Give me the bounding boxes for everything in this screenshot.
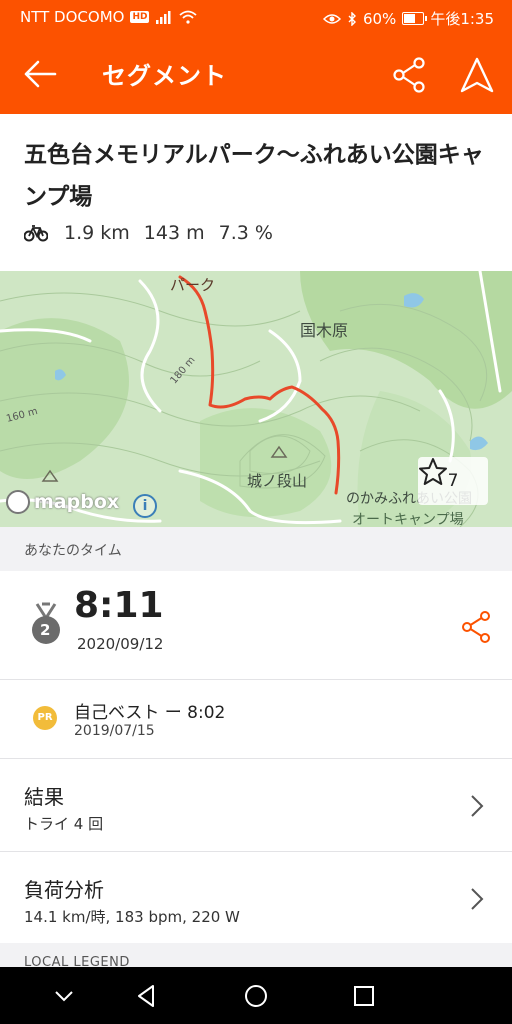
navigate-icon[interactable] [458, 56, 496, 94]
segment-time: 8:11 [74, 585, 164, 626]
clock: 午後1:35 [430, 10, 494, 28]
back-arrow-icon[interactable] [22, 58, 58, 90]
star-button[interactable]: 7 [418, 457, 488, 505]
battery-percent: 60% [362, 9, 397, 28]
segment-map[interactable]: パーク 国木原 城ノ段山 のかみふれあい公園 オートキャンプ場 180 m 16… [0, 271, 512, 527]
rank-number: 2 [40, 621, 51, 639]
chevron-right-icon [471, 795, 484, 817]
results-subtitle: トライ 4 回 [24, 815, 104, 833]
segment-time-date: 2020/09/12 [77, 635, 164, 653]
map-label-kunikibara: 国木原 [300, 321, 349, 340]
app-bar: セグメント [0, 34, 512, 114]
chevron-right-icon [471, 888, 484, 910]
local-legend-header: LOCAL LEGEND [0, 943, 512, 970]
map-label-joshi: 城ノ段山 [247, 472, 308, 490]
pr-date: 2019/07/15 [74, 723, 155, 739]
map-label-camp-line2: オートキャンプ場 [352, 512, 464, 527]
star-count: 7 [447, 471, 459, 491]
status-bar: NTT DOCOMO HD 60% 午後1:35 [0, 0, 512, 34]
analysis-subtitle: 14.1 km/時, 183 bpm, 220 W [24, 908, 240, 926]
map-label-park: パーク [170, 276, 216, 294]
hd-badge: HD [130, 11, 150, 23]
mapbox-wordmark: mapbox [34, 491, 120, 513]
pr-badge-icon: PR [33, 706, 57, 730]
chevron-down-icon[interactable] [50, 982, 78, 1010]
bike-icon [24, 225, 48, 242]
signal-icon [156, 11, 171, 24]
bluetooth-icon [348, 11, 356, 26]
personal-record-row: PR 自己ベスト ー 8:02 2019/07/15 [0, 680, 512, 758]
share-icon[interactable] [390, 56, 428, 94]
your-time-header-label: あなたのタイム [24, 543, 122, 559]
recents-square-icon[interactable] [350, 982, 378, 1010]
share-effort-icon[interactable] [458, 609, 494, 645]
back-triangle-icon[interactable] [133, 982, 161, 1010]
segment-distance: 1.9 km [64, 222, 130, 244]
mapbox-logo[interactable]: mapbox [6, 490, 119, 514]
star-icon [419, 458, 447, 485]
results-row[interactable]: 結果 トライ 4 回 [0, 759, 512, 851]
wifi-icon [179, 10, 198, 24]
segment-grade: 7.3 % [218, 222, 273, 244]
mapbox-mark-icon [6, 490, 30, 514]
analysis-title: 負荷分析 [24, 878, 104, 902]
pr-label: 自己ベスト ー 8:02 [74, 703, 226, 723]
segment-stats: 1.9 km 143 m 7.3 % [24, 222, 273, 244]
segment-title: 五色台メモリアルパーク〜ふれあい公園キャンプ場 [24, 142, 484, 210]
results-title: 結果 [24, 785, 64, 809]
home-circle-icon[interactable] [242, 982, 270, 1010]
info-icon[interactable]: i [133, 494, 157, 518]
page-title: セグメント [102, 62, 227, 90]
system-nav-bar [0, 967, 512, 1024]
your-time-header: あなたのタイム [0, 527, 512, 571]
segment-elevation: 143 m [143, 222, 205, 244]
battery-icon [402, 12, 428, 25]
analysis-row[interactable]: 負荷分析 14.1 km/時, 183 bpm, 220 W [0, 852, 512, 944]
eye-icon [322, 13, 341, 24]
your-time-block: 2 8:11 2020/09/12 [0, 571, 512, 679]
carrier-label: NTT DOCOMO [20, 8, 125, 26]
